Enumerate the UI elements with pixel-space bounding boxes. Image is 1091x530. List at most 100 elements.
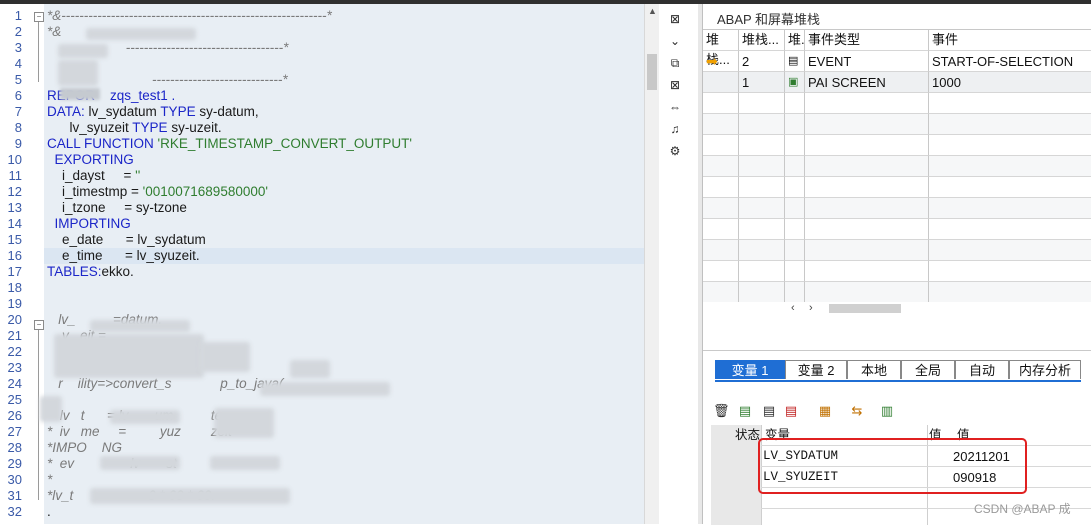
code-line[interactable]: e_date = lv_sydatum: [47, 232, 206, 248]
line-number: 10: [7, 152, 22, 167]
fold-guide: [38, 330, 39, 500]
settings-tool-icon[interactable]: ⚙: [668, 144, 682, 158]
code-area[interactable]: *&--------------------------------------…: [44, 4, 644, 524]
current-frame-arrow-icon: ➡: [703, 50, 739, 71]
import-icon[interactable]: ▤: [737, 403, 753, 419]
line-number: 17: [7, 264, 22, 279]
stack-event[interactable]: 1000: [929, 71, 1091, 92]
line-number: 5: [14, 72, 22, 87]
code-line[interactable]: r ility=>convert_s p_to_java(: [47, 376, 283, 392]
code-line[interactable]: *&--------------------------------------…: [47, 8, 332, 24]
filter-icon[interactable]: ▥: [879, 403, 895, 419]
headset-icon[interactable]: ♫: [668, 122, 682, 136]
line-number: 24: [7, 376, 22, 391]
code-line[interactable]: DATA: lv_sydatum TYPE sy-datum,: [47, 104, 259, 120]
status-col-header[interactable]: 状态: [735, 425, 760, 445]
tab-global[interactable]: 全局: [901, 360, 955, 379]
expand-icon[interactable]: ⇔: [668, 100, 682, 114]
code-line[interactable]: i_dayst = '': [47, 168, 140, 184]
scroll-up-arrow-icon[interactable]: ▲: [648, 6, 657, 16]
stack-cell-empty: [739, 197, 785, 218]
stack-col-header[interactable]: 事件类型: [805, 30, 929, 50]
stack-horizontal-scrollbar[interactable]: ‹ ›: [783, 302, 903, 316]
code-line[interactable]: IMPORTING: [47, 216, 131, 232]
editor-scroll-thumb[interactable]: [647, 54, 657, 90]
stack-scroll-thumb[interactable]: [829, 304, 901, 313]
tab-variables-1[interactable]: 变量 1: [715, 360, 785, 379]
delete-row-icon[interactable]: ▤: [783, 403, 799, 419]
stack-event-type[interactable]: PAI SCREEN: [805, 71, 929, 92]
redacted-area: [214, 408, 274, 438]
stack-cell-empty: [929, 197, 1091, 218]
stack-cell-empty: [739, 260, 785, 281]
stack-event-type[interactable]: EVENT: [805, 50, 929, 71]
tab-local[interactable]: 本地: [847, 360, 901, 379]
chevron-down-icon[interactable]: ⌄: [668, 34, 682, 48]
line-number: 26: [7, 408, 22, 423]
fold-toggle-comment[interactable]: −: [34, 320, 44, 330]
line-number: 3: [14, 40, 22, 55]
trash-icon[interactable]: 🗑: [713, 403, 730, 419]
code-token: CALL FUNCTION: [47, 136, 158, 151]
stack-cell-empty: [785, 281, 805, 302]
tab-memory-analysis[interactable]: 内存分析: [1009, 360, 1081, 379]
code-token: IMPORTING: [47, 216, 131, 231]
scroll-left-icon[interactable]: ‹: [791, 302, 795, 314]
code-editor[interactable]: 1 2 3 4 5 6 7 8 9 10 11 12 13 14 15 16 17 18 19 20 21 22 23 24 2…: [0, 4, 660, 524]
export-icon[interactable]: ▤: [761, 403, 777, 419]
code-token: *: [47, 472, 53, 487]
code-line[interactable]: .: [47, 504, 51, 520]
stack-cell-empty: [785, 260, 805, 281]
tab-auto[interactable]: 自动: [955, 360, 1009, 379]
line-number: 30: [7, 472, 22, 487]
code-token: *&: [47, 24, 62, 39]
close-tool-icon[interactable]: ⊠: [668, 12, 682, 26]
redacted-area: [90, 488, 290, 504]
code-line[interactable]: *: [47, 472, 52, 488]
code-token: EXPORTING: [47, 152, 134, 167]
stack-col-header[interactable]: 堆栈...: [703, 30, 739, 67]
structure-icon[interactable]: ▦: [817, 403, 833, 419]
line-number: 20: [7, 312, 22, 327]
code-line[interactable]: lv_syuzeit TYPE sy-uzeit.: [47, 120, 222, 136]
stack-cell-empty: [929, 92, 1091, 113]
line-number: 31: [7, 488, 22, 503]
stack-col-header[interactable]: 堆栈...: [739, 30, 785, 50]
stack-cell-empty: [785, 197, 805, 218]
code-token: sy-datum,: [199, 104, 259, 119]
code-line[interactable]: *&: [47, 24, 61, 40]
screen-icon: ▣: [785, 71, 805, 92]
stack-col-header[interactable]: 事件: [929, 30, 1091, 50]
code-line[interactable]: CALL FUNCTION 'RKE_TIMESTAMP_CONVERT_OUT…: [47, 136, 412, 152]
line-number: 27: [7, 424, 22, 439]
split-view-icon[interactable]: ⧉: [668, 56, 682, 70]
code-line[interactable]: *IMPO NG: [47, 440, 122, 456]
code-line[interactable]: e_time = lv_syuzeit.: [47, 248, 200, 264]
stack-cell-empty: [703, 155, 739, 176]
stack-table: 堆栈... 堆栈... 堆. 事件类型 事件 ➡ 2 ▤ EVENT START…: [703, 29, 1091, 302]
stack-cell-empty: [703, 197, 739, 218]
stack-col-header[interactable]: 堆.: [785, 30, 805, 50]
redacted-area: [260, 382, 390, 396]
stack-cell-empty: [805, 155, 929, 176]
stack-level[interactable]: 1: [739, 71, 785, 92]
code-line[interactable]: EXPORTING: [47, 152, 134, 168]
code-line[interactable]: TABLES:ekko.: [47, 264, 134, 280]
code-line[interactable]: * iv me = yuz zeit: [47, 424, 232, 440]
close-window-icon[interactable]: ⊠: [668, 78, 682, 92]
highlight-annotation-box: [758, 438, 1027, 494]
stack-event[interactable]: START-OF-SELECTION: [929, 50, 1091, 71]
code-line[interactable]: i_timestmp = '0010071689580000': [47, 184, 268, 200]
editor-vertical-scrollbar[interactable]: ▲: [644, 4, 659, 524]
layout-icon[interactable]: ⇆: [849, 403, 865, 419]
code-token: TYPE: [132, 120, 172, 135]
tab-variables-2[interactable]: 变量 2: [785, 360, 847, 379]
code-line[interactable]: i_tzone = sy-tzone: [47, 200, 187, 216]
scroll-right-icon[interactable]: ›: [809, 302, 813, 314]
fold-toggle-header[interactable]: −: [34, 12, 44, 22]
stack-level[interactable]: 2: [739, 50, 785, 71]
line-number: 2: [14, 24, 22, 39]
stack-cell-empty: [739, 281, 785, 302]
abap-stack-panel: ABAP 和屏幕堆栈 堆栈... 堆栈... 堆. 事件类型 事件 ➡ 2 ▤ …: [703, 4, 1091, 344]
line-number: 28: [7, 440, 22, 455]
